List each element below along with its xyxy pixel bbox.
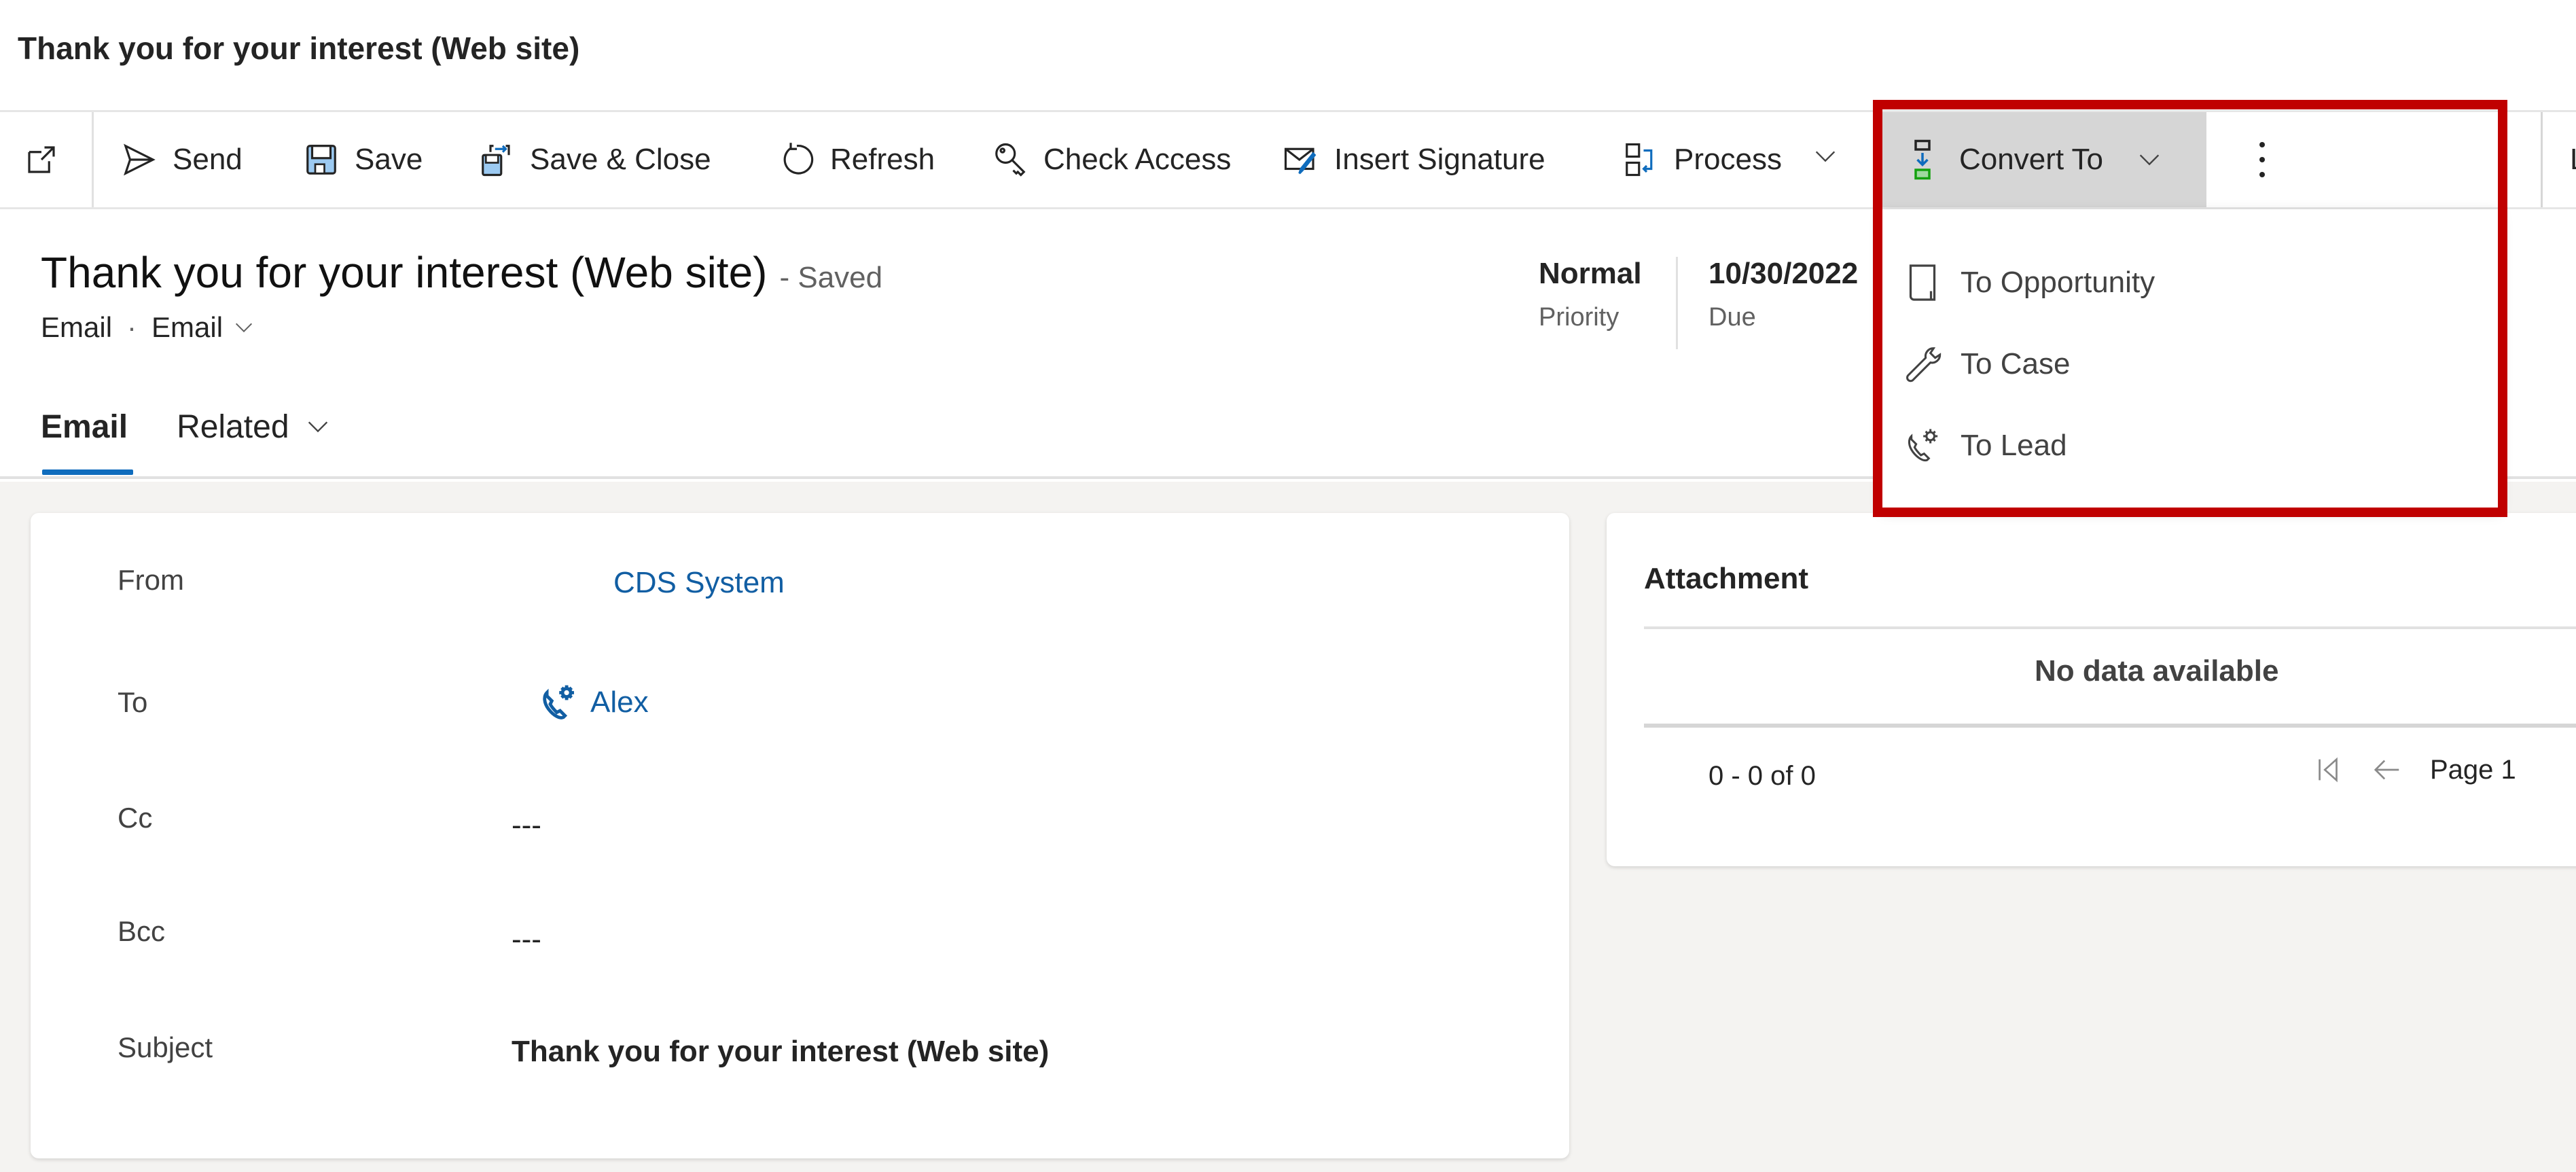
tab-related-label: Related (177, 408, 289, 445)
from-value-link[interactable]: CDS System (613, 566, 785, 600)
active-tab-indicator (42, 469, 133, 475)
entity-name: Email (41, 311, 113, 343)
insert-signature-button[interactable]: Insert Signature (1283, 112, 1545, 207)
refresh-label: Refresh (830, 143, 935, 176)
window-title-bar: Thank you for your interest (Web site) (0, 0, 2576, 110)
check-access-label: Check Access (1043, 143, 1232, 176)
form-name: Email (151, 311, 223, 343)
menu-item-label: To Lead (1961, 429, 2067, 462)
lead-icon (1908, 429, 1938, 462)
cc-label: Cc (118, 802, 153, 834)
due-field: 10/30/2022 Due (1709, 257, 1858, 332)
chevron-down-icon (308, 421, 327, 433)
refresh-button[interactable]: Refresh (779, 112, 935, 207)
bcc-label: Bcc (118, 915, 166, 947)
process-icon (1626, 143, 1653, 177)
record-title-text: Thank you for your interest (Web site) (41, 248, 768, 297)
grid-footer-divider (1644, 724, 2576, 728)
header-divider (1676, 257, 1678, 349)
priority-value: Normal (1539, 257, 1642, 290)
to-value-text: Alex (590, 686, 649, 719)
record-breadcrumb: Email · Email (41, 311, 255, 344)
tab-email[interactable]: Email (41, 399, 128, 454)
priority-label: Priority (1539, 303, 1620, 332)
attachment-grid-card: Attachment No data available 0 - 0 of 0 … (1607, 513, 2576, 866)
key-search-icon (995, 143, 1026, 177)
save-label: Save (355, 143, 423, 176)
check-access-button[interactable]: Check Access (992, 112, 1231, 207)
save-close-button[interactable]: Save & Close (478, 112, 711, 207)
process-dropdown-toggle[interactable] (1812, 143, 1839, 177)
convert-icon (1914, 139, 1931, 180)
opportunity-icon (1909, 264, 1936, 301)
form-content: From CDS System To Alex Cc --- Bcc --- S… (0, 482, 2576, 1172)
tab-list: Email Related (41, 399, 380, 454)
to-label: To (118, 686, 148, 718)
insert-signature-label: Insert Signature (1334, 143, 1545, 176)
menu-item-to-opportunity[interactable]: To Opportunity (1903, 252, 2488, 313)
send-icon (124, 143, 156, 176)
save-status: - Saved (779, 261, 883, 294)
popout-button[interactable] (23, 112, 75, 207)
menu-item-label: To Opportunity (1961, 266, 2155, 299)
send-label: Send (173, 143, 243, 176)
tab-email-label: Email (41, 408, 128, 445)
menu-item-to-lead[interactable]: To Lead (1903, 415, 2488, 476)
email-details-card: From CDS System To Alex Cc --- Bcc --- S… (31, 513, 1569, 1158)
signature-icon (1284, 147, 1317, 175)
save-icon (306, 145, 336, 175)
process-label: Process (1674, 143, 1782, 176)
command-bar: Send Save Save & Close Refresh Check Acc… (0, 110, 2576, 209)
bcc-value[interactable]: --- (512, 923, 541, 957)
chevron-down-icon (236, 323, 253, 333)
process-button[interactable]: Process (1622, 112, 1839, 207)
chevron-down-icon (1815, 151, 1836, 162)
more-vertical-icon (2259, 142, 2265, 177)
toolbar-divider (92, 112, 94, 207)
window-title: Thank you for your interest (Web site) (18, 31, 580, 66)
clipped-toolbar-item[interactable]: L (2541, 112, 2576, 207)
empty-message: No data available (2035, 654, 2279, 688)
wrench-icon (1906, 347, 1942, 383)
grid-header-divider (1644, 626, 2576, 629)
save-close-icon (482, 145, 510, 177)
first-page-icon[interactable] (2313, 754, 2344, 785)
from-label: From (118, 564, 184, 596)
menu-item-label: To Case (1961, 347, 2071, 380)
send-button[interactable]: Send (121, 112, 243, 207)
tab-related[interactable]: Related (177, 399, 331, 454)
page-label: Page 1 (2430, 754, 2516, 785)
record-title: Thank you for your interest (Web site) - … (41, 247, 882, 298)
to-value-link[interactable]: Alex (539, 681, 649, 724)
attachment-title: Attachment (1644, 562, 1809, 595)
subject-value[interactable]: Thank you for your interest (Web site) (512, 1035, 1049, 1069)
due-value: 10/30/2022 (1709, 257, 1859, 290)
convert-to-label: Convert To (1959, 143, 2103, 176)
save-close-label: Save & Close (530, 143, 711, 176)
menu-item-to-case[interactable]: To Case (1903, 334, 2488, 395)
cc-value[interactable]: --- (512, 809, 541, 842)
more-commands-button[interactable] (2242, 112, 2283, 207)
priority-field: Normal Priority (1539, 257, 1642, 332)
clipped-label: L (2570, 143, 2576, 177)
previous-page-icon[interactable] (2372, 754, 2403, 785)
form-selector[interactable]: Email (151, 311, 255, 344)
refresh-icon (783, 143, 814, 175)
save-button[interactable]: Save (303, 112, 423, 207)
convert-to-menu: To Opportunity To Case To Lead (1882, 209, 2500, 508)
lead-icon (543, 685, 574, 720)
record-count: 0 - 0 of 0 (1709, 761, 1816, 791)
due-label: Due (1709, 303, 1756, 332)
pager: Page 1 (2313, 754, 2516, 785)
separator-dot: · (127, 311, 137, 343)
popout-icon (28, 146, 55, 173)
convert-to-button[interactable]: Convert To (1882, 112, 2206, 207)
chevron-down-icon (2139, 154, 2160, 166)
subject-label: Subject (118, 1031, 213, 1063)
